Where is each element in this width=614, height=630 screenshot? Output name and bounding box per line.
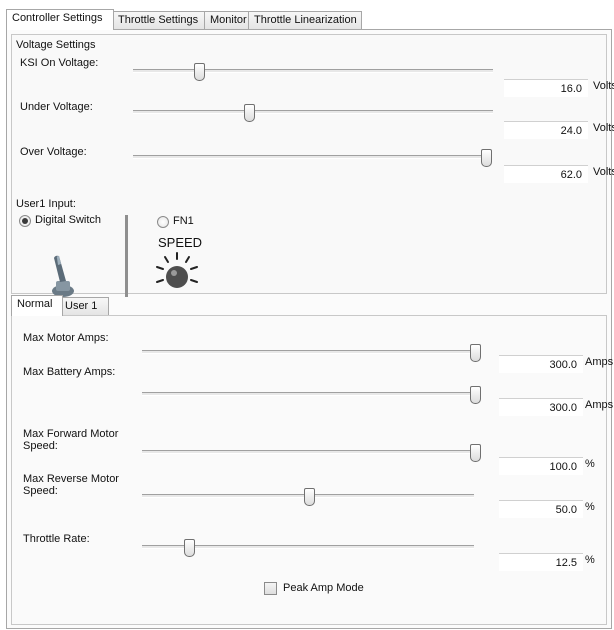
throttle-rate-label: Throttle Rate: (23, 533, 90, 545)
controller-settings-panel: Voltage Settings KSI On Voltage: 16.0 Vo… (6, 29, 614, 629)
under-voltage-slider[interactable] (133, 104, 493, 122)
digital-switch-radio[interactable] (19, 215, 31, 227)
fn1-radio[interactable] (157, 216, 169, 228)
tab-label: User 1 (65, 300, 98, 312)
max-battery-amps-slider[interactable] (142, 386, 481, 404)
max-forward-speed-label: Max Forward Motor Speed: (23, 428, 119, 452)
throttle-rate-field[interactable]: 12.5 (499, 553, 583, 571)
throttle-rate-slider[interactable] (142, 539, 474, 557)
ksi-on-voltage-slider[interactable] (133, 63, 493, 81)
over-voltage-slider[interactable] (133, 149, 492, 167)
max-reverse-speed-unit: % (585, 501, 595, 513)
max-battery-amps-slider-thumb[interactable] (470, 386, 481, 404)
over-voltage-label: Over Voltage: (20, 146, 87, 158)
max-reverse-speed-slider-thumb[interactable] (304, 488, 315, 506)
max-reverse-speed-field[interactable]: 50.0 (499, 500, 583, 518)
ksi-on-voltage-label: KSI On Voltage: (20, 57, 99, 69)
max-battery-amps-unit: Amps (585, 399, 614, 411)
tab-controller-settings[interactable]: Controller Settings (6, 9, 114, 30)
max-forward-speed-slider[interactable] (142, 444, 481, 462)
max-battery-amps-field[interactable]: 300.0 (499, 398, 583, 416)
over-voltage-unit: Volts (593, 166, 614, 178)
ksi-on-voltage-field[interactable]: 16.0 (504, 79, 588, 97)
tab-normal[interactable]: Normal (11, 295, 63, 316)
throttle-rate-unit: % (585, 554, 595, 566)
max-motor-amps-slider[interactable] (142, 344, 481, 362)
over-voltage-slider-thumb[interactable] (481, 149, 492, 167)
ksi-on-voltage-slider-thumb[interactable] (193, 63, 205, 81)
tab-label: Monitor (210, 14, 247, 26)
speed-light-icon (156, 252, 198, 288)
tab-label: Throttle Linearization (254, 14, 357, 26)
max-motor-amps-slider-thumb[interactable] (470, 344, 481, 362)
user1-input-divider (125, 215, 128, 297)
under-voltage-field[interactable]: 24.0 (504, 121, 588, 139)
digital-switch-label: Digital Switch (35, 214, 102, 226)
voltage-settings-group: Voltage Settings KSI On Voltage: 16.0 Vo… (11, 34, 614, 297)
max-reverse-speed-label: Max Reverse Motor Speed: (23, 473, 119, 497)
under-voltage-label: Under Voltage: (20, 101, 93, 113)
ksi-on-voltage-unit: Volts (593, 80, 614, 92)
tab-throttle-linearization[interactable]: Throttle Linearization (248, 11, 362, 29)
tab-user-1[interactable]: User 1 (59, 297, 109, 315)
speed-label: SPEED (158, 235, 203, 250)
tab-label: Throttle Settings (118, 14, 199, 26)
under-voltage-unit: Volts (593, 122, 614, 134)
max-battery-amps-label: Max Battery Amps: (23, 366, 116, 378)
tab-throttle-settings[interactable]: Throttle Settings (112, 11, 208, 29)
toggle-switch-icon (52, 255, 74, 297)
voltage-settings-title: Voltage Settings (16, 39, 96, 51)
tab-label: Normal (17, 298, 53, 310)
max-forward-speed-field[interactable]: 100.0 (499, 457, 583, 475)
over-voltage-field[interactable]: 62.0 (504, 165, 588, 183)
max-motor-amps-unit: Amps (585, 356, 614, 368)
tab-monitor[interactable]: Monitor (204, 11, 252, 29)
fn1-label: FN1 (173, 215, 194, 227)
normal-settings-group: Max Motor Amps: 300.0 Amps Max Battery A… (11, 315, 613, 625)
max-forward-speed-slider-thumb[interactable] (470, 444, 481, 462)
user1-input-label: User1 Input: (16, 198, 76, 210)
throttle-rate-slider-thumb[interactable] (184, 539, 196, 557)
max-forward-speed-unit: % (585, 458, 595, 470)
max-motor-amps-label: Max Motor Amps: (23, 332, 109, 344)
max-reverse-speed-slider[interactable] (142, 488, 474, 506)
peak-amp-mode-checkbox[interactable] (264, 582, 277, 595)
max-motor-amps-field[interactable]: 300.0 (499, 355, 583, 373)
tab-label: Controller Settings (12, 12, 103, 24)
under-voltage-slider-thumb[interactable] (244, 104, 256, 122)
peak-amp-mode-label: Peak Amp Mode (283, 582, 364, 594)
